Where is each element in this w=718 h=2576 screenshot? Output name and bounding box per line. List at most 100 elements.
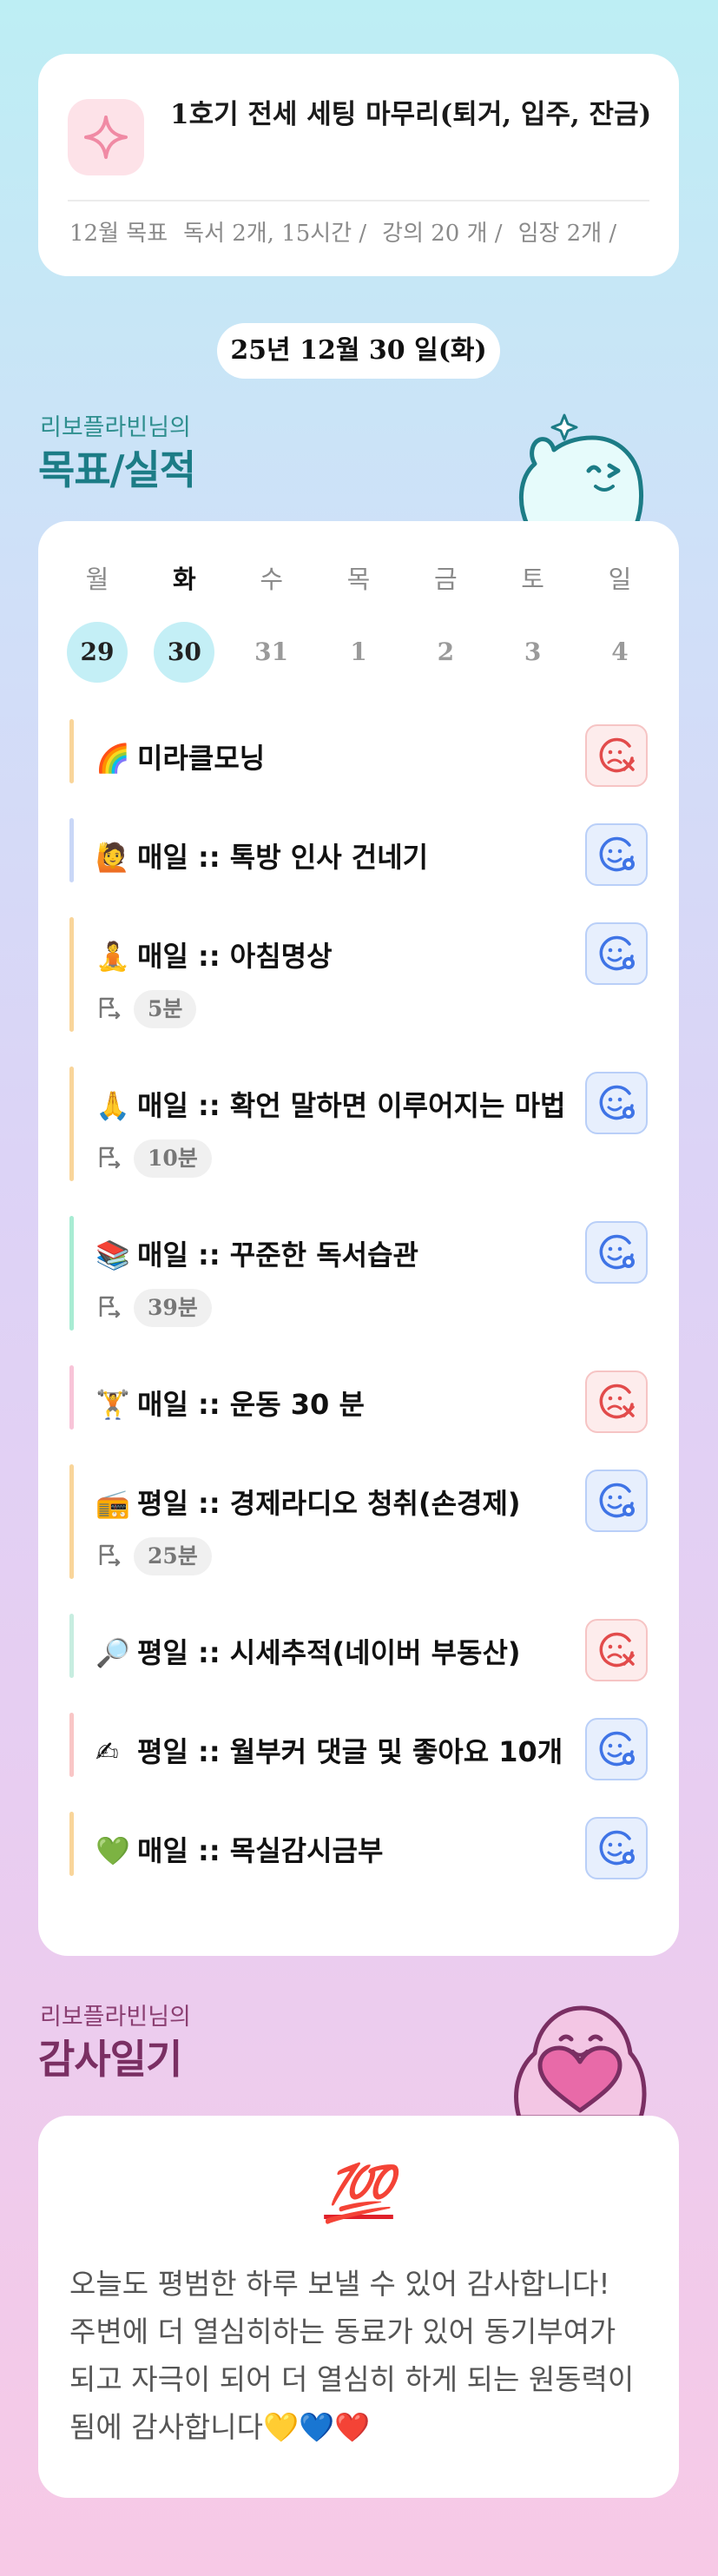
goal-meta-lectures: 강의 20 개 /	[382, 221, 503, 247]
mascot-icon	[518, 413, 643, 526]
task-title: 📚 매일 :: 꾸준한 독서습관	[96, 1233, 418, 1273]
status-done-button[interactable]	[585, 1718, 648, 1780]
task-emoji-icon: 🔎	[96, 1636, 130, 1669]
weekday-label: 화	[172, 565, 196, 594]
status-done-button[interactable]	[585, 823, 648, 886]
goal-meta-label: 12월 목표	[69, 221, 168, 247]
weekday-label: 월	[85, 565, 109, 594]
thanks-section-title: 감사일기	[38, 2036, 182, 2083]
status-done-button[interactable]	[585, 922, 648, 985]
goals-section-title: 목표/실적	[38, 446, 196, 493]
task-item[interactable]: 🙋 매일 :: 톡방 인사 건네기	[69, 818, 648, 886]
divider	[68, 200, 649, 201]
weekday-label: 금	[433, 565, 458, 594]
status-failed-button[interactable]	[585, 1371, 648, 1433]
status-done-button[interactable]	[585, 1470, 648, 1532]
task-title-text: 평일 :: 경제라디오 청취(손경제)	[137, 1487, 521, 1520]
task-color-bar	[69, 1713, 74, 1777]
task-title: 🏋 매일 :: 운동 30 분	[96, 1383, 365, 1423]
task-color-bar	[69, 1614, 74, 1678]
calendar-day[interactable]: 토3	[490, 559, 576, 683]
smile-face-icon	[596, 835, 636, 875]
week-calendar: 월 29 화 30 수 31 목 1 금 2 토 3 일 4	[54, 559, 663, 683]
task-title: 📻 평일 :: 경제라디오 청취(손경제)	[96, 1482, 521, 1522]
task-emoji-icon: 📻	[96, 1487, 130, 1520]
sad-face-icon	[596, 1382, 636, 1422]
calendar-day[interactable]: 일4	[576, 559, 663, 683]
task-item[interactable]: 📚 매일 :: 꾸준한 독서습관39분	[69, 1216, 648, 1331]
status-done-button[interactable]	[585, 1817, 648, 1879]
task-title-text: 평일 :: 월부커 댓글 및 좋아요 10개	[137, 1735, 563, 1768]
duration-chip: 10분	[134, 1139, 212, 1178]
goal-meta-visits: 임장 2개 /	[517, 221, 617, 247]
task-item[interactable]: 💚 매일 :: 목실감시금부	[69, 1812, 648, 1879]
heart-mascot-icon	[514, 2005, 647, 2117]
duration-chip: 39분	[134, 1289, 212, 1327]
status-done-button[interactable]	[585, 1221, 648, 1284]
task-title-text: 매일 :: 톡방 인사 건네기	[137, 841, 429, 874]
task-title-text: 매일 :: 운동 30 분	[137, 1388, 365, 1421]
task-item[interactable]: 🏋 매일 :: 운동 30 분	[69, 1365, 648, 1433]
flag-icon	[96, 1542, 122, 1571]
task-item[interactable]: 📻 평일 :: 경제라디오 청취(손경제) 25분	[69, 1464, 648, 1579]
smile-face-icon	[596, 1729, 636, 1769]
status-failed-button[interactable]	[585, 724, 648, 787]
goals-section-subtitle: 리보플라빈님의	[40, 414, 191, 441]
calendar-day[interactable]: 금2	[402, 559, 489, 683]
sad-face-icon	[596, 1630, 636, 1670]
day-number: 31	[254, 637, 289, 666]
thanks-section-subtitle: 리보플라빈님의	[40, 2004, 191, 2031]
task-emoji-icon: 💚	[96, 1834, 130, 1867]
task-item[interactable]: 🌈 미라클모닝	[69, 719, 648, 787]
goal-meta-reading: 독서 2개, 15시간 /	[183, 221, 367, 247]
task-color-bar	[69, 818, 74, 882]
smile-face-icon	[596, 1481, 636, 1521]
smile-face-icon	[596, 934, 636, 974]
smile-face-icon	[596, 1083, 636, 1123]
day-number: 3	[524, 637, 542, 666]
task-color-bar	[69, 1067, 74, 1181]
weekday-label: 목	[346, 565, 371, 594]
task-item[interactable]: 🧘 매일 :: 아침명상 5분	[69, 917, 648, 1032]
status-failed-button[interactable]	[585, 1619, 648, 1681]
task-color-bar	[69, 1216, 74, 1331]
task-title: 🙋 매일 :: 톡방 인사 건네기	[96, 836, 428, 875]
flag-icon	[96, 994, 122, 1024]
calendar-day[interactable]: 수 31	[228, 559, 315, 683]
task-title: 🌈 미라클모닝	[96, 736, 265, 776]
gratitude-journal-card[interactable]: 💯 오늘도 평범한 하루 보낼 수 있어 감사합니다! 주변에 더 열심히하는 …	[38, 2116, 679, 2498]
task-title-text: 매일 :: 아침명상	[137, 940, 333, 973]
task-title-text: 미라클모닝	[137, 742, 266, 775]
task-title-text: 평일 :: 시세추적(네이버 부동산)	[137, 1636, 521, 1669]
task-duration: 10분	[96, 1139, 212, 1178]
calendar-day[interactable]: 화 30	[141, 559, 227, 683]
calendar-day[interactable]: 목1	[315, 559, 402, 683]
task-title-text: 매일 :: 꾸준한 독서습관	[137, 1238, 418, 1271]
smile-face-icon	[596, 1232, 636, 1272]
task-item[interactable]: 🙏 매일 :: 확언 말하면 이루어지는 마법10분	[69, 1067, 648, 1181]
task-color-bar	[69, 1464, 74, 1579]
monthly-goal-card[interactable]: 1호기 전세 세팅 마무리(퇴거, 입주, 잔금) 12월 목표 독서 2개, 1…	[38, 54, 679, 276]
weekday-label: 토	[521, 565, 544, 594]
task-title-text: 매일 :: 확언 말하면 이루어지는 마법	[137, 1089, 566, 1122]
day-number: 1	[350, 637, 367, 666]
task-duration: 5분	[96, 990, 197, 1028]
task-emoji-icon: 🙏	[96, 1089, 130, 1122]
goal-title: 1호기 전세 세팅 마무리(퇴거, 입주, 잔금)	[170, 99, 652, 130]
task-item[interactable]: ✍ 평일 :: 월부커 댓글 및 좋아요 10개	[69, 1713, 648, 1780]
status-done-button[interactable]	[585, 1072, 648, 1134]
task-title-text: 매일 :: 목실감시금부	[137, 1834, 384, 1867]
task-color-bar	[69, 1812, 74, 1876]
calendar-day[interactable]: 월 29	[54, 559, 141, 683]
date-selector[interactable]: 25년 12월 30 일(화)	[217, 323, 500, 379]
task-duration: 39분	[96, 1289, 212, 1327]
task-emoji-icon: 🏋	[96, 1388, 130, 1421]
task-emoji-icon: 🙋	[96, 841, 130, 874]
goal-meta: 12월 목표 독서 2개, 15시간 / 강의 20 개 / 임장 2개 /	[69, 215, 632, 248]
task-color-bar	[69, 1365, 74, 1430]
task-emoji-icon: 📚	[96, 1238, 130, 1271]
task-title: 💚 매일 :: 목실감시금부	[96, 1829, 383, 1869]
task-item[interactable]: 🔎 평일 :: 시세추적(네이버 부동산)	[69, 1614, 648, 1681]
sparkle-icon	[68, 99, 144, 175]
day-number: 29	[67, 622, 128, 683]
